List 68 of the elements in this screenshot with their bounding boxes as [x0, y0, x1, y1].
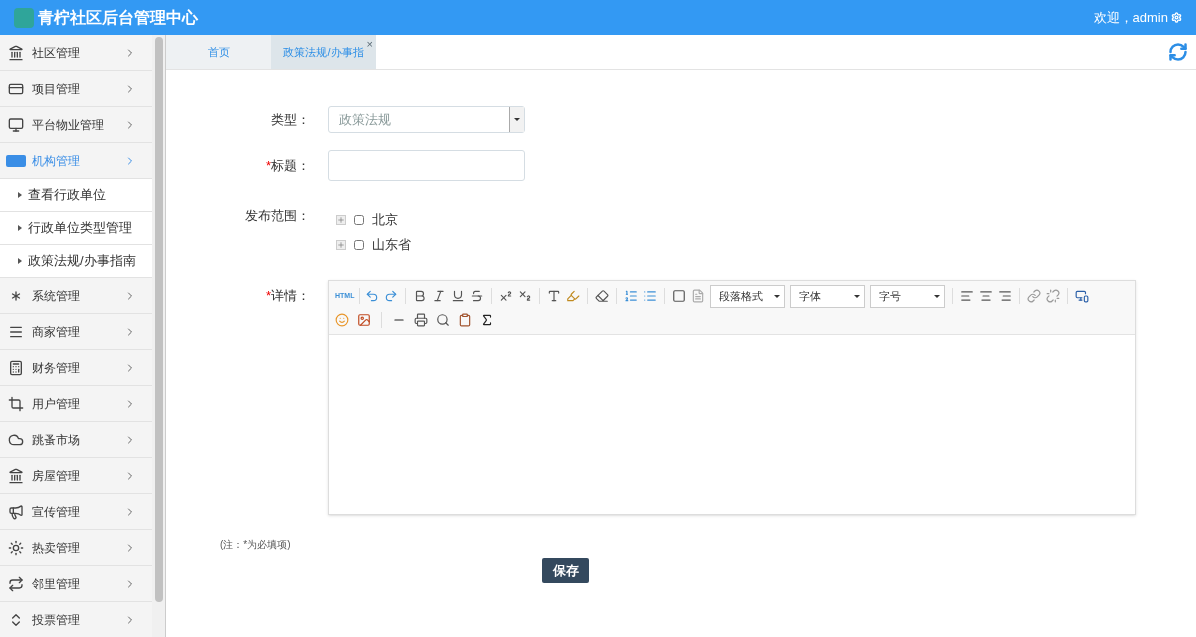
repeat-icon: [6, 575, 26, 592]
align-right-icon[interactable]: [998, 289, 1013, 303]
dropdown[interactable]: 字号: [870, 284, 946, 308]
caret-icon: [774, 294, 781, 298]
checkbox[interactable]: [354, 239, 364, 250]
field-label: *详情：: [264, 287, 311, 305]
image-icon[interactable]: [357, 313, 371, 327]
unlink-icon[interactable]: [1046, 289, 1061, 303]
underline-icon[interactable]: [451, 289, 466, 303]
note-text: (注：*为必填项): [220, 538, 292, 552]
title-input[interactable]: [328, 150, 525, 181]
subscript-icon[interactable]: [518, 289, 533, 303]
field-label: *标题：: [264, 156, 311, 175]
square-icon[interactable]: [672, 289, 687, 303]
tab[interactable]: 政策法规/办事指 ×: [271, 35, 376, 69]
option-label: 山东省: [372, 235, 411, 254]
settings-icon[interactable]: [1171, 12, 1182, 23]
save-button[interactable]: 保存: [542, 558, 589, 583]
expand-icon[interactable]: [336, 239, 346, 250]
logo-icon: [14, 7, 34, 28]
sun-icon: [6, 539, 26, 556]
welcome-text: 欢迎，admin: [1093, 8, 1168, 27]
dropdown[interactable]: 段落格式: [710, 284, 786, 308]
sidebar-subitem[interactable]: 查看行政单位: [0, 179, 152, 212]
link-icon[interactable]: [1027, 289, 1042, 303]
bullet-list-icon[interactable]: [643, 289, 658, 303]
monitor-icon[interactable]: [1075, 289, 1090, 303]
dropdown[interactable]: 字体: [790, 284, 866, 308]
caret-icon: [18, 192, 22, 198]
field-label: 发布范围：: [244, 207, 311, 225]
undo-icon[interactable]: [365, 289, 380, 303]
expand-icon[interactable]: [336, 214, 346, 225]
refresh-icon[interactable]: [1168, 42, 1188, 62]
sidebar-subitem[interactable]: 政策法规/办事指南: [0, 245, 152, 278]
redo-icon[interactable]: [384, 289, 399, 303]
scrollbar[interactable]: [152, 35, 166, 637]
option-label: 北京: [372, 210, 398, 229]
caret-icon: [934, 294, 941, 298]
field-label: 类型：: [270, 110, 311, 129]
strikethrough-icon[interactable]: [470, 289, 485, 303]
caret-icon: [18, 225, 22, 231]
ordered-list-icon[interactable]: [624, 289, 639, 303]
bold-icon[interactable]: [413, 289, 428, 303]
align-left-icon[interactable]: [960, 289, 975, 303]
bank-icon: [6, 44, 26, 61]
caret-icon: [509, 107, 524, 132]
logo-badge-icon: [6, 154, 26, 167]
printer-icon[interactable]: [414, 313, 428, 327]
bank-icon: [6, 467, 26, 484]
crop-icon: [6, 395, 26, 412]
clipboard-icon[interactable]: [458, 313, 472, 327]
app-title: 青柠社区后台管理中心: [38, 7, 198, 28]
megaphone-icon: [6, 503, 26, 520]
search-icon[interactable]: [436, 313, 450, 327]
font-color-icon[interactable]: [547, 289, 562, 303]
caret-icon: [18, 258, 22, 264]
sidebar-subitem[interactable]: 行政单位类型管理: [0, 212, 152, 245]
superscript-icon[interactable]: [499, 289, 514, 303]
monitor-icon: [6, 116, 26, 133]
sigma-icon[interactable]: [480, 313, 494, 327]
eraser-icon[interactable]: [595, 289, 610, 303]
page-icon[interactable]: [691, 289, 706, 303]
checkbox[interactable]: [354, 214, 364, 225]
italic-icon[interactable]: [432, 289, 447, 303]
close-icon[interactable]: ×: [366, 39, 373, 50]
align-center-icon[interactable]: [979, 289, 994, 303]
caret-icon: [854, 294, 861, 298]
smiley-icon[interactable]: [335, 313, 349, 327]
